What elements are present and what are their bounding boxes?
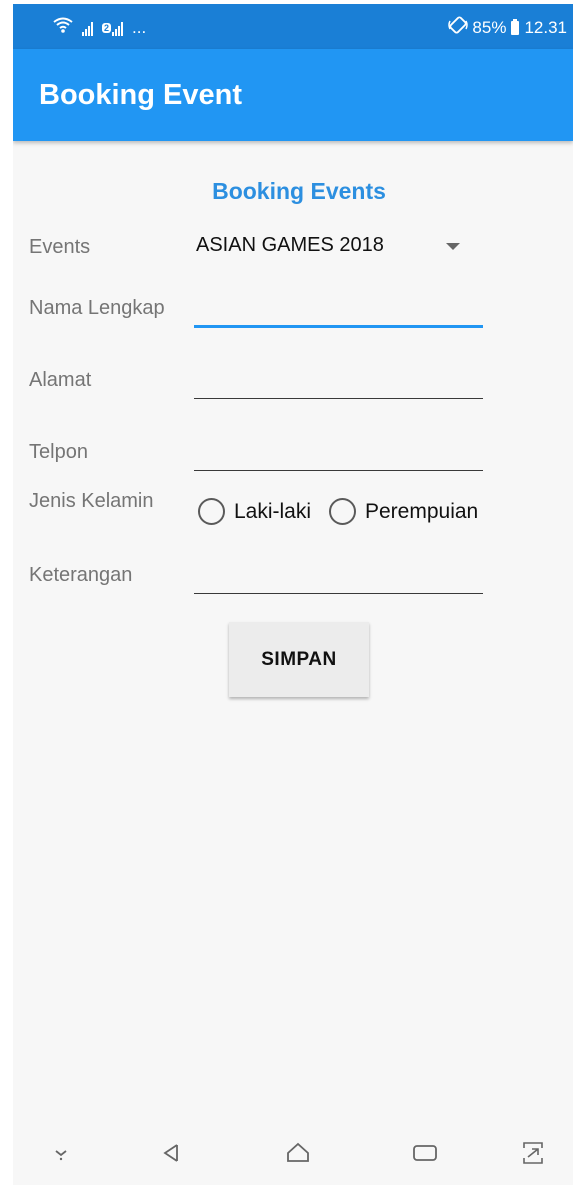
wifi-icon	[53, 16, 73, 39]
more-notifications-dots: ...	[132, 17, 147, 37]
screenshot-icon[interactable]	[518, 1138, 548, 1168]
address-underline	[194, 398, 483, 399]
gender-radio-male[interactable]: Laki-laki	[198, 498, 311, 525]
signal-sim2-group: 2	[102, 20, 124, 36]
notes-label: Keterangan	[29, 564, 133, 586]
save-button[interactable]: SIMPAN	[229, 622, 369, 697]
signal-sim1-icon	[82, 20, 93, 36]
app-title: Booking Event	[39, 79, 243, 111]
form-heading: Booking Events	[212, 178, 386, 204]
home-icon[interactable]	[283, 1138, 313, 1168]
battery-percent: 85%	[472, 17, 507, 37]
navigation-bar	[13, 1124, 573, 1185]
address-label: Alamat	[29, 369, 92, 391]
sim2-badge: 2	[102, 22, 112, 33]
recents-icon[interactable]	[410, 1138, 440, 1168]
battery-icon	[511, 18, 520, 35]
full-name-label: Nama Lengkap	[29, 297, 165, 319]
status-bar-left: 2 ...	[53, 16, 146, 39]
app-bar: Booking Event	[13, 49, 573, 141]
gender-label: Jenis Kelamin	[29, 490, 154, 512]
notes-input[interactable]	[194, 553, 483, 593]
back-icon[interactable]	[157, 1138, 187, 1168]
phone-label: Telpon	[29, 441, 88, 463]
gender-radio-female-label: Perempuian	[365, 499, 479, 523]
status-bar-right: 85% 12.31	[447, 16, 567, 39]
address-input[interactable]	[194, 358, 483, 398]
phone-input[interactable]	[194, 430, 483, 470]
clock: 12.31	[524, 17, 567, 37]
phone-screen: 2 ... 85% 12.31 Booking Event Booking Ev…	[13, 4, 573, 1185]
notes-underline	[194, 593, 483, 594]
dropdown-arrow-icon	[446, 243, 460, 250]
events-label: Events	[29, 236, 91, 258]
collapse-icon[interactable]	[46, 1138, 76, 1168]
gender-radio-female[interactable]: Perempuian	[329, 498, 478, 525]
events-selected-value: ASIAN GAMES 2018	[196, 234, 384, 256]
gender-radio-male-label: Laki-laki	[234, 499, 312, 523]
status-bar: 2 ... 85% 12.31	[13, 4, 573, 49]
full-name-input[interactable]	[194, 285, 483, 325]
rotation-lock-icon	[447, 16, 469, 39]
radio-circle-icon	[198, 498, 225, 525]
full-name-underline	[194, 325, 483, 328]
events-dropdown[interactable]: ASIAN GAMES 2018	[196, 232, 476, 264]
radio-circle-icon	[329, 498, 356, 525]
signal-sim2-icon	[112, 20, 124, 36]
phone-underline	[194, 470, 483, 471]
